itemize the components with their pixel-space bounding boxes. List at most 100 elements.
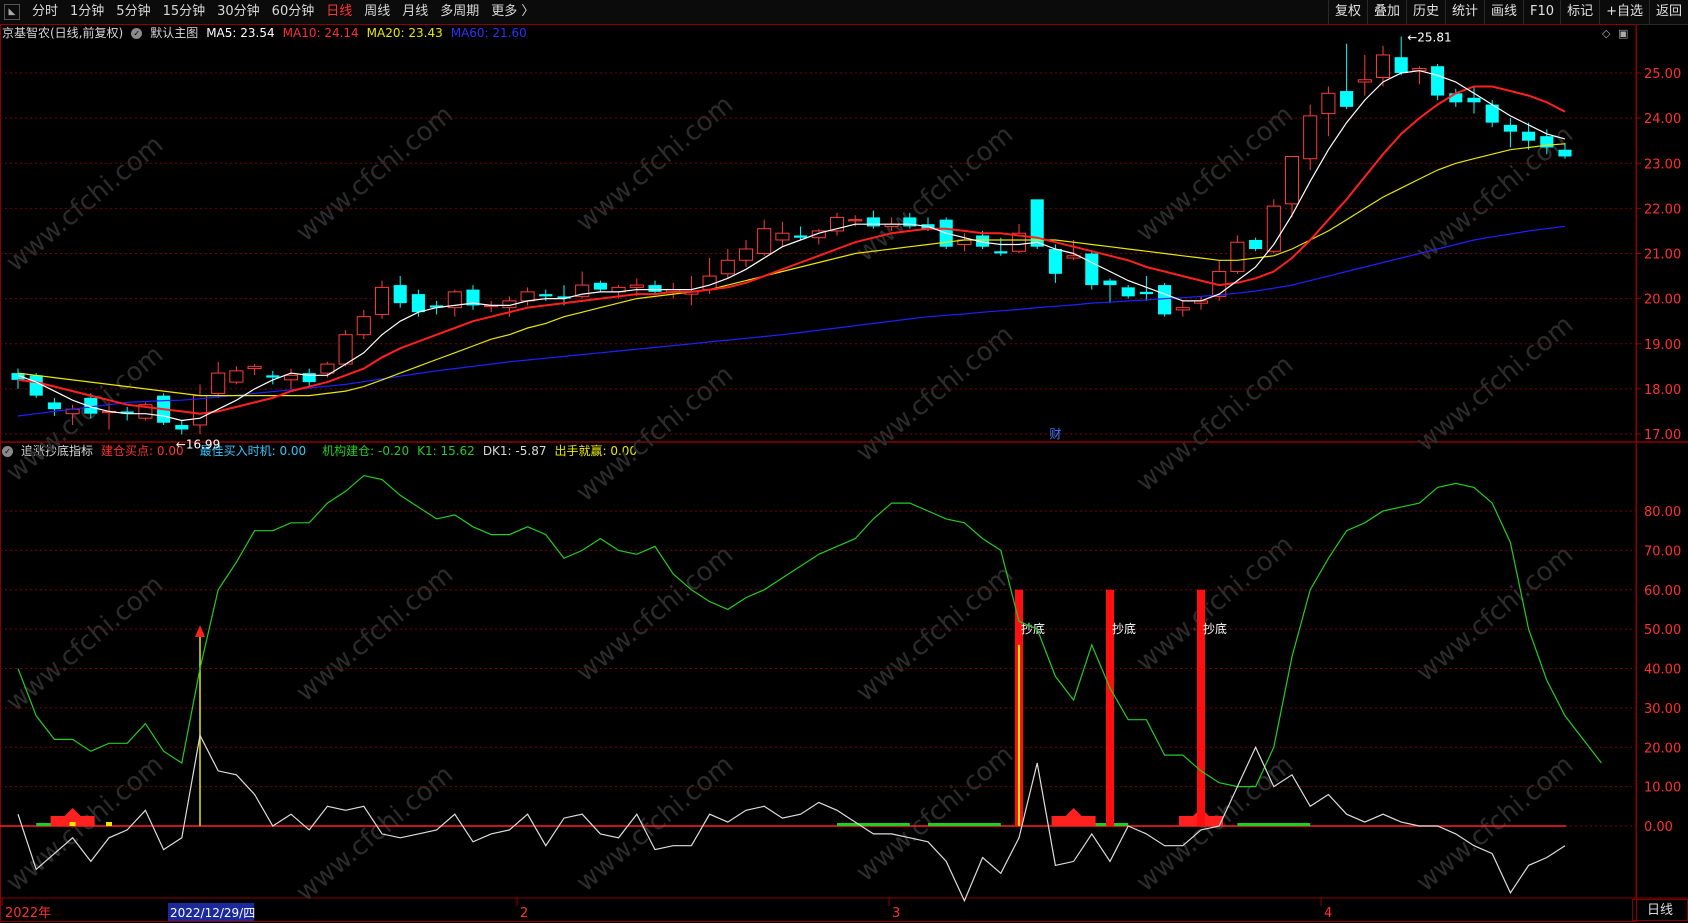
candle-body-78 <box>1431 66 1445 96</box>
ma20-line <box>17 143 1566 397</box>
candle-body-68 <box>1249 239 1263 249</box>
candle-body-46 <box>848 219 863 222</box>
diamond-icon[interactable]: ◇ <box>1602 27 1610 40</box>
watermark-16: www.cfchi.com <box>1411 540 1580 688</box>
main-tick-label-1: 18.00 <box>1644 383 1681 398</box>
window-icon[interactable]: ▣ <box>1618 27 1628 40</box>
watermark-13: www.cfchi.com <box>571 540 740 688</box>
candle-body-47 <box>866 217 880 227</box>
candle-body-13 <box>247 365 262 370</box>
candle-body-14 <box>266 375 280 378</box>
candle-body-57 <box>1048 248 1062 274</box>
template-label[interactable]: 默认主图 <box>150 24 198 42</box>
candle-body-83 <box>1522 131 1536 141</box>
tab-period-10[interactable]: 更多 〉 <box>485 0 540 24</box>
high-label: ←25.81 <box>1407 30 1451 44</box>
signal-yellow-line <box>1018 644 1020 826</box>
template-radio-icon[interactable]: ✓ <box>131 27 143 39</box>
collapse-arrow-icon[interactable]: ◣ <box>4 4 20 20</box>
tool-button-6[interactable]: 标记 <box>1560 0 1599 24</box>
yellow-tick-0 <box>69 822 76 826</box>
candle-body-85 <box>1558 149 1572 157</box>
tab-period-4[interactable]: 30分钟 <box>211 0 266 24</box>
candle-body-4 <box>84 397 98 414</box>
sub-tick-label-5: 50.00 <box>1644 623 1681 638</box>
watermark-17: www.cfchi.com <box>1 750 170 898</box>
sub-chart-header: ✓ 追涨抄底指标 建仓买点: 0.00 最佳买入时机: 0.00 机构建仓: -… <box>2 442 645 460</box>
watermark-19: www.cfchi.com <box>571 750 740 898</box>
candle-body-31 <box>575 284 590 297</box>
win-readout: 出手就赢: 0.00 <box>554 444 638 458</box>
tool-button-2[interactable]: 历史 <box>1405 0 1445 24</box>
watermark-14: www.cfchi.com <box>851 560 1020 708</box>
tool-button-0[interactable]: 复权 <box>1327 0 1367 24</box>
ma5-readout: MA5: 23.54 <box>206 26 275 40</box>
candle-body-61 <box>1121 287 1135 297</box>
candle-body-52 <box>957 239 972 245</box>
watermark-2: www.cfchi.com <box>571 90 740 238</box>
watermark-7: www.cfchi.com <box>571 360 740 508</box>
candle-body-44 <box>811 230 826 239</box>
date-label-1: 2 <box>520 906 528 921</box>
candle-body-22 <box>411 294 425 313</box>
sub-tick-label-4: 40.00 <box>1644 663 1681 678</box>
tool-button-8[interactable]: 返回 <box>1648 0 1688 24</box>
candle-body-37 <box>684 291 699 295</box>
green-strip-2 <box>928 823 1001 826</box>
watermark-12: www.cfchi.com <box>291 560 460 708</box>
candle-body-15 <box>283 374 299 381</box>
watermark-22: www.cfchi.com <box>1411 750 1580 898</box>
watermark-6: www.cfchi.com <box>1 340 170 488</box>
tab-period-0[interactable]: 分时 <box>26 0 64 24</box>
ma60-line <box>17 225 1566 417</box>
candle-body-80 <box>1467 97 1481 103</box>
sub-tick-label-1: 10.00 <box>1644 781 1681 796</box>
red-hill-0 <box>50 808 95 826</box>
yellow-tick-3 <box>1198 822 1204 826</box>
candle-body-25 <box>466 289 480 306</box>
tab-period-2[interactable]: 5分钟 <box>110 0 156 24</box>
signal-label-1: 抄底 <box>1112 621 1136 636</box>
tool-button-1[interactable]: 叠加 <box>1366 0 1406 24</box>
tab-period-9[interactable]: 多周期 <box>434 0 485 24</box>
dk1-readout: DK1: -5.87 <box>482 444 547 458</box>
candle-body-50 <box>921 224 935 229</box>
green-strip-1 <box>837 823 910 826</box>
candle-body-45 <box>829 216 845 232</box>
candle-body-39 <box>720 259 735 275</box>
candle-body-16 <box>302 373 316 383</box>
main-tick-label-8: 25.00 <box>1644 67 1681 82</box>
watermark-10: www.cfchi.com <box>1411 310 1580 458</box>
candle-body-29 <box>539 294 553 297</box>
indicator-radio-icon[interactable]: ✓ <box>2 445 13 457</box>
green-strip-5 <box>1237 823 1311 826</box>
sub-tick-label-8: 80.00 <box>1644 505 1681 520</box>
candle-body-5 <box>101 410 117 414</box>
candle-body-76 <box>1394 57 1408 73</box>
signal-label-0: 抄底 <box>1021 621 1045 636</box>
candle-body-69 <box>1266 205 1281 252</box>
chart-canvas: www.cfchi.com www.cfchi.com www.cfchi.com w… <box>0 24 1688 922</box>
sub-tick-label-3: 30.00 <box>1644 702 1681 717</box>
main-tick-label-2: 19.00 <box>1644 338 1681 353</box>
tool-button-3[interactable]: 统计 <box>1445 0 1484 24</box>
date-label-3: 4 <box>1324 906 1332 921</box>
candle-body-75 <box>1375 54 1391 79</box>
period-status[interactable]: 日线 <box>1632 899 1688 921</box>
red-hill-1 <box>1051 808 1096 826</box>
tool-button-5[interactable]: F10 <box>1523 0 1560 24</box>
tab-period-5[interactable]: 60分钟 <box>266 0 321 24</box>
tab-period-6[interactable]: 日线 <box>320 0 358 24</box>
candle-body-43 <box>794 235 808 238</box>
tab-period-8[interactable]: 月线 <box>396 0 434 24</box>
watermark-5: www.cfchi.com <box>1411 120 1580 268</box>
tool-button-7[interactable]: +自选 <box>1599 0 1649 24</box>
green-strip-0 <box>36 823 91 826</box>
tab-period-7[interactable]: 周线 <box>358 0 396 24</box>
tool-button-4[interactable]: 画线 <box>1484 0 1523 24</box>
candle-body-10 <box>192 395 208 426</box>
indicator-title[interactable]: 追涨抄底指标 <box>21 442 93 460</box>
tab-period-3[interactable]: 15分钟 <box>157 0 212 24</box>
tab-period-1[interactable]: 1分钟 <box>64 0 110 24</box>
sub-series-0 <box>17 474 1602 788</box>
